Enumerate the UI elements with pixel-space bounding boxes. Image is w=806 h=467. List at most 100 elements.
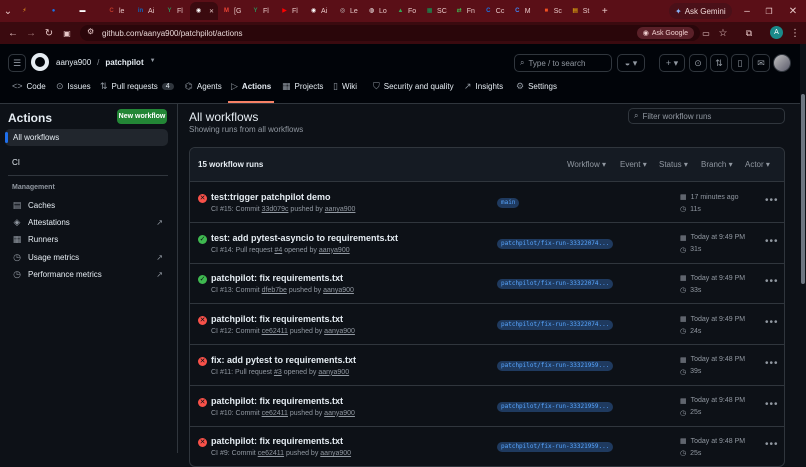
actor-link[interactable]: aanya900 — [324, 328, 355, 335]
browser-tab[interactable]: ⇄ Fn — [451, 2, 480, 20]
run-title-link[interactable]: test:trigger patchpilot demo — [211, 192, 331, 202]
ask-gemini-button[interactable]: ✦ Ask Gemini — [669, 3, 732, 19]
branch-badge[interactable]: patchpilot/fix-run-33322074... — [497, 320, 614, 331]
browser-tab[interactable]: C Cc — [480, 2, 509, 20]
close-window-icon[interactable]: ✕ — [784, 2, 802, 20]
actor-link[interactable]: aanya900 — [325, 206, 356, 213]
run-title-link[interactable]: patchpilot: fix requirements.txt — [211, 314, 343, 324]
actor-link[interactable]: aanya900 — [324, 410, 355, 417]
browser-tab[interactable]: Cle — [103, 2, 132, 20]
kebab-menu-icon[interactable]: ••• — [765, 317, 779, 328]
table-row[interactable]: ✓ test: add pytest-asyncio to requirement… — [190, 223, 784, 264]
browser-tab[interactable]: Y Fl — [161, 2, 190, 20]
run-title-link[interactable]: fix: add pytest to requirements.txt — [211, 355, 356, 365]
tab-projects[interactable]: ▦ Projects — [282, 78, 323, 94]
extensions-icon[interactable]: ⧉ — [740, 24, 758, 42]
user-avatar[interactable] — [773, 54, 791, 72]
scrollbar-thumb[interactable] — [801, 94, 805, 284]
actor-link[interactable]: aanya900 — [323, 287, 354, 294]
reload-button[interactable]: ↻ — [40, 24, 58, 42]
browser-tab[interactable]: ◍ Lo — [363, 2, 392, 20]
github-logo-icon[interactable] — [31, 53, 49, 71]
run-ref-link[interactable]: ce62411 — [258, 450, 284, 457]
tab-security-and-quality[interactable]: ⛉ Security and quality — [373, 78, 454, 94]
repo-link[interactable]: patchpilot — [105, 58, 143, 67]
page-scrollbar[interactable] — [800, 44, 806, 453]
run-title-link[interactable]: patchpilot: fix requirements.txt — [211, 436, 343, 446]
run-ref-link[interactable]: ce62411 — [262, 328, 288, 335]
actor-link[interactable]: aanya900 — [318, 369, 349, 376]
table-row[interactable]: ✕ patchpilot: fix requirements.txt CI #9: … — [190, 426, 784, 466]
repositories-icon[interactable]: ▯ — [731, 54, 749, 72]
browser-tab[interactable]: ▦ SC — [421, 2, 451, 20]
branch-badge[interactable]: patchpilot/fix-run-33321959... — [497, 442, 614, 453]
sidebar-item-attestations[interactable]: ◈ Attestations ↗ — [8, 214, 167, 230]
browser-tab[interactable]: Y Fl — [247, 2, 276, 20]
site-info-icon[interactable]: ⚙ — [87, 27, 94, 36]
issues-icon[interactable]: ⊙ — [689, 54, 707, 72]
ask-google-button[interactable]: ◉ Ask Google — [636, 27, 694, 39]
forward-button[interactable]: → — [22, 24, 40, 42]
kebab-menu-icon[interactable]: ••• — [765, 236, 779, 247]
tab-actions[interactable]: ▷ Actions — [231, 78, 271, 94]
branch-badge[interactable]: patchpilot/fix-run-33322074... — [497, 238, 614, 249]
run-ref-link[interactable]: #4 — [274, 247, 282, 254]
filter-event[interactable]: Event ▾ — [620, 160, 647, 169]
browser-tab[interactable]: ▤ St — [567, 2, 596, 20]
table-row[interactable]: ✕ fix: add pytest to requirements.txt CI #… — [190, 345, 784, 386]
run-ref-link[interactable]: 33d079c — [262, 206, 289, 213]
filter-status[interactable]: Status ▾ — [659, 160, 688, 169]
copilot-button[interactable]: ◒ ▾ — [617, 54, 645, 72]
sidebar-item-all-workflows[interactable]: All workflows — [5, 129, 168, 146]
kebab-menu-icon[interactable]: ••• — [765, 399, 779, 410]
branch-badge[interactable]: patchpilot/fix-run-33322074... — [497, 279, 614, 290]
split-view-icon[interactable]: ▣ — [58, 24, 76, 42]
browser-tab[interactable]: ◉ Ai — [305, 2, 334, 20]
kebab-menu-icon[interactable]: ••• — [765, 195, 779, 206]
run-title-link[interactable]: test: add pytest-asyncio to requirements… — [211, 233, 398, 243]
hamburger-menu-button[interactable]: ☰ — [8, 54, 26, 72]
cast-icon[interactable]: ▭ — [697, 24, 715, 42]
tab-search-icon[interactable]: ⌄ — [0, 2, 16, 20]
filter-workflow[interactable]: Workflow ▾ — [567, 160, 606, 169]
table-row[interactable]: ✕ patchpilot: fix requirements.txt CI #12:… — [190, 304, 784, 346]
browser-tab[interactable]: M [G — [218, 2, 247, 20]
actor-link[interactable]: aanya900 — [320, 450, 351, 457]
table-row[interactable]: ✕ patchpilot: fix requirements.txt CI #10:… — [190, 386, 784, 427]
tab-issues[interactable]: ⊙ Issues — [56, 78, 91, 94]
browser-tab[interactable]: ◉ ✕ — [190, 2, 219, 20]
sidebar-item-performance-metrics[interactable]: ◷ Performance metrics ↗ — [8, 266, 167, 282]
kebab-menu-icon[interactable]: ••• — [765, 358, 779, 369]
owner-link[interactable]: aanya900 — [56, 58, 91, 67]
kebab-menu-icon[interactable]: ••• — [765, 276, 779, 287]
tab-pull-requests[interactable]: ⇅ Pull requests 4 — [100, 78, 174, 94]
actor-link[interactable]: aanya900 — [319, 247, 350, 254]
branch-badge[interactable]: patchpilot/fix-run-33321959... — [497, 401, 614, 412]
browser-tab[interactable]: ◎ Le — [334, 2, 363, 20]
branch-badge[interactable]: patchpilot/fix-run-33321959... — [497, 360, 614, 371]
new-tab-button[interactable]: + — [596, 2, 614, 20]
browser-menu-icon[interactable]: ⋮ — [786, 24, 804, 42]
minimize-window-icon[interactable]: – — [738, 2, 756, 20]
close-tab-icon[interactable]: ✕ — [209, 8, 214, 15]
tab-code[interactable]: <> Code — [12, 78, 46, 94]
browser-tab[interactable]: ▶ Fl — [276, 2, 305, 20]
inbox-icon[interactable]: ✉ — [752, 54, 770, 72]
table-row[interactable]: ✕ test:trigger patchpilot demo CI #15: Com… — [190, 182, 784, 223]
run-ref-link[interactable]: dfeb7be — [262, 287, 287, 294]
filter-branch[interactable]: Branch ▾ — [701, 160, 733, 169]
browser-tab[interactable]: ▬ — [74, 2, 103, 20]
sidebar-item-caches[interactable]: ▤ Caches — [8, 197, 167, 213]
filter-actor[interactable]: Actor ▾ — [745, 160, 770, 169]
sidebar-item-ci[interactable]: CI — [12, 158, 20, 167]
table-row[interactable]: ✓ patchpilot: fix requirements.txt CI #13:… — [190, 263, 784, 305]
run-title-link[interactable]: patchpilot: fix requirements.txt — [211, 396, 343, 406]
tab-wiki[interactable]: ▯ Wiki — [333, 78, 357, 94]
profile-avatar[interactable]: A — [770, 26, 783, 39]
branch-badge[interactable]: main — [497, 198, 520, 208]
chevron-down-icon[interactable]: ▼ — [150, 58, 156, 67]
back-button[interactable]: ← — [4, 24, 22, 42]
tab-agents[interactable]: ⌬ Agents — [185, 78, 222, 94]
browser-tab[interactable]: ■ Sc — [538, 2, 567, 20]
create-new-button[interactable]: + ▾ — [659, 54, 685, 72]
